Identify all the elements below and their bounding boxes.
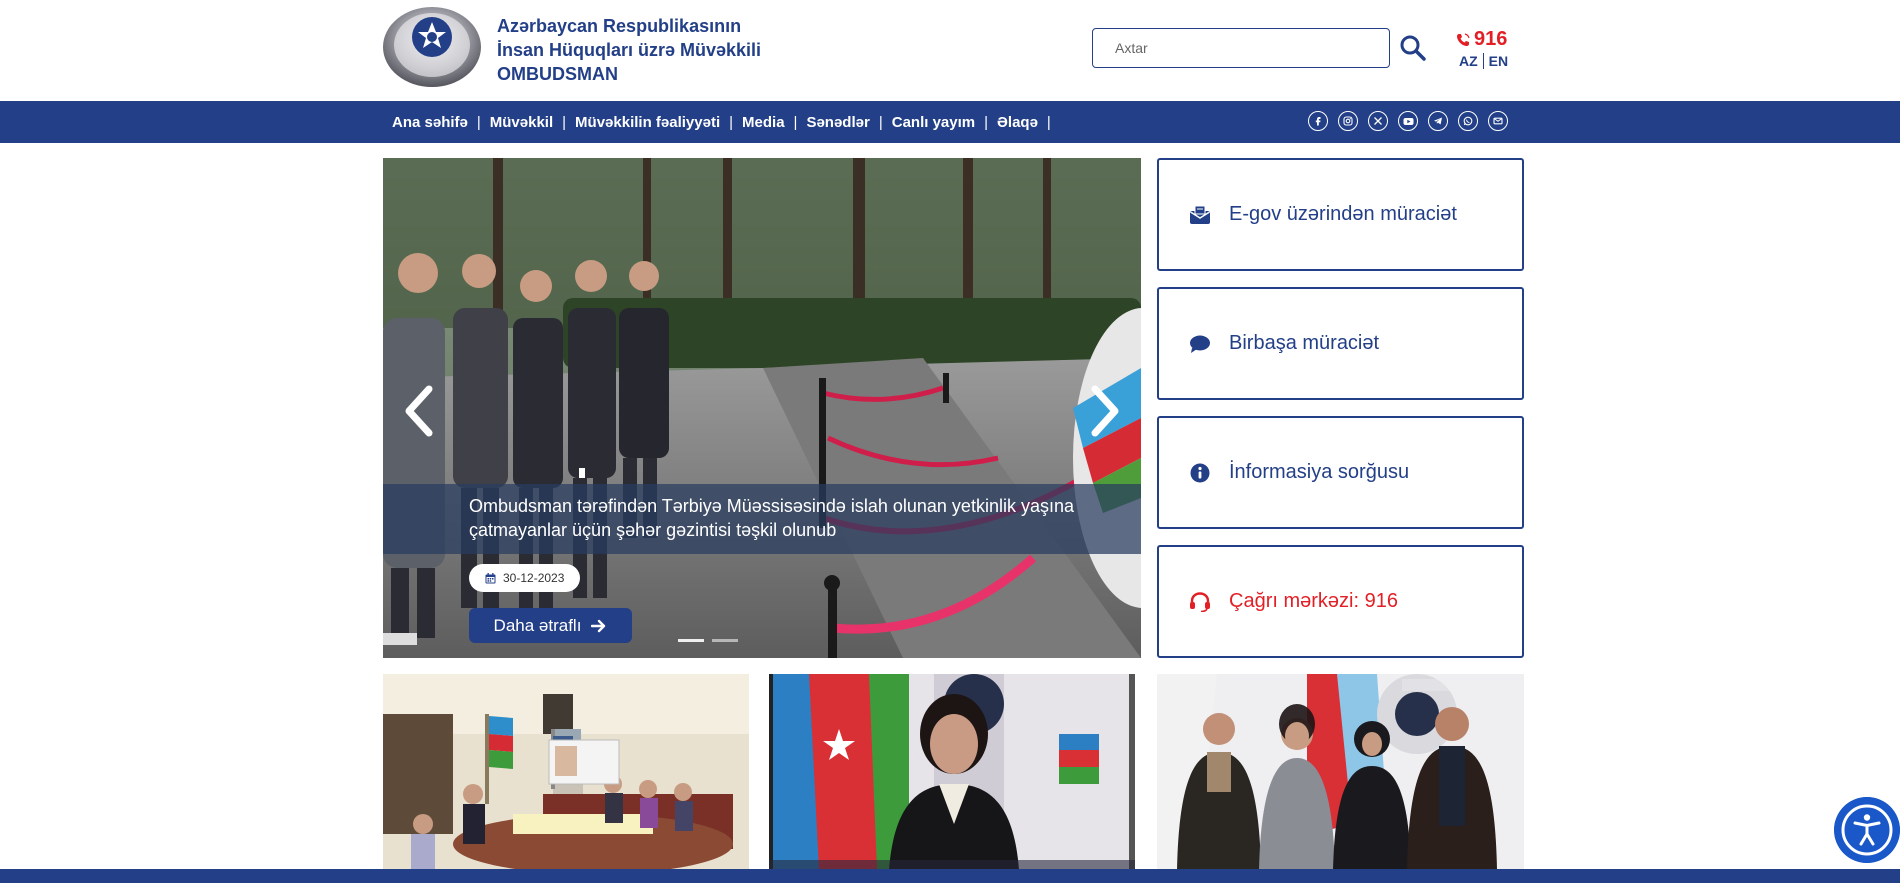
info-icon	[1189, 462, 1211, 484]
nav-separator: |	[729, 113, 734, 131]
nav-live[interactable]: Canlı yayım	[892, 114, 975, 131]
nav-media[interactable]: Media	[742, 114, 785, 131]
slide-date-badge: 30-12-2023	[469, 564, 581, 592]
news-slider[interactable]: Ombudsman tərəfindən Tərbiyə Müəssisəsin…	[383, 158, 1141, 658]
social-links	[1308, 111, 1508, 131]
nav-separator: |	[1046, 113, 1051, 131]
headset-icon	[1189, 591, 1211, 613]
nav-contact[interactable]: Əlaqə	[997, 114, 1038, 131]
site-header: Azərbaycan Respublikasının İnsan Hüquqla…	[0, 0, 1900, 101]
nav-documents[interactable]: Sənədlər	[806, 114, 869, 131]
news-photo	[1157, 674, 1524, 870]
facebook-icon[interactable]	[1308, 111, 1328, 131]
news-card[interactable]	[383, 674, 749, 870]
call-center-button[interactable]: Çağrı mərkəzi: 916	[1157, 545, 1524, 658]
ombudsman-logo[interactable]	[382, 5, 483, 88]
slider-pagination	[678, 639, 738, 642]
slider-prev-arrow-icon[interactable]	[401, 381, 441, 441]
nav-activity[interactable]: Müvəkkilin fəaliyyəti	[575, 114, 720, 131]
lang-az[interactable]: AZ	[1459, 53, 1478, 69]
nav-home[interactable]: Ana səhifə	[392, 114, 468, 131]
language-switcher: AZ EN	[1459, 53, 1508, 69]
slider-dot[interactable]	[678, 639, 704, 642]
instagram-icon[interactable]	[1338, 111, 1358, 131]
information-request-label: İnformasiya sorğusu	[1229, 461, 1410, 483]
news-ticker[interactable]	[0, 869, 1900, 883]
direct-appeal-label: Birbaşa müraciət	[1229, 332, 1380, 354]
lang-divider	[1482, 53, 1484, 69]
lang-en[interactable]: EN	[1489, 53, 1508, 69]
slider-next-arrow-icon[interactable]	[1083, 381, 1123, 441]
nav-commissioner[interactable]: Müvəkkil	[490, 114, 553, 131]
read-more-button[interactable]: Daha ətraflı	[469, 608, 632, 643]
brand-line-3: OMBUDSMAN	[497, 64, 618, 84]
accessibility-icon[interactable]	[1834, 797, 1900, 863]
nav-separator: |	[984, 113, 989, 131]
news-photo	[383, 674, 749, 870]
mail-icon[interactable]	[1488, 111, 1508, 131]
egov-mail-icon	[1189, 204, 1211, 226]
slider-dot[interactable]	[712, 639, 738, 642]
brand-title[interactable]: Azərbaycan Respublikasının İnsan Hüquqla…	[497, 14, 761, 86]
slide-date: 30-12-2023	[503, 571, 565, 585]
chat-bubble-icon	[1189, 333, 1211, 355]
search-box	[1092, 28, 1390, 68]
phone-icon	[1457, 32, 1470, 46]
main-navbar: Ana səhifə | Müvəkkil | Müvəkkilin fəaliyy…	[0, 101, 1900, 143]
nav-separator: |	[476, 113, 481, 131]
egov-appeal-button[interactable]: E-gov üzərindən müraciət	[1157, 158, 1524, 271]
direct-appeal-button[interactable]: Birbaşa müraciət	[1157, 287, 1524, 400]
hotline[interactable]: 916	[1456, 28, 1507, 51]
call-center-label: Çağrı mərkəzi: 916	[1229, 590, 1398, 612]
nav-separator: |	[562, 113, 567, 131]
brand-line-2: İnsan Hüquqları üzrə Müvəkkili	[497, 40, 762, 60]
news-card[interactable]	[769, 674, 1135, 870]
whatsapp-icon[interactable]	[1458, 111, 1478, 131]
information-request-button[interactable]: İnformasiya sorğusu	[1157, 416, 1524, 529]
news-card[interactable]	[1157, 674, 1524, 870]
youtube-icon[interactable]	[1398, 111, 1418, 131]
slide-caption[interactable]: Ombudsman tərəfindən Tərbiyə Müəssisəsin…	[469, 494, 1089, 542]
calendar-icon	[485, 572, 496, 583]
telegram-icon[interactable]	[1428, 111, 1448, 131]
nav-menu: Ana səhifə | Müvəkkil | Müvəkkilin fəaliyy…	[392, 101, 1060, 143]
nav-separator: |	[793, 113, 798, 131]
hotline-number: 916	[1474, 28, 1508, 50]
search-input[interactable]	[1113, 29, 1387, 67]
arrow-right-icon	[591, 619, 606, 632]
egov-appeal-label: E-gov üzərindən müraciət	[1229, 203, 1457, 225]
read-more-label: Daha ətraflı	[493, 615, 582, 635]
search-icon[interactable]	[1399, 34, 1427, 62]
brand-line-1: Azərbaycan Respublikasının	[497, 16, 742, 36]
news-photo	[769, 674, 1135, 870]
x-icon[interactable]	[1368, 111, 1388, 131]
nav-separator: |	[878, 113, 883, 131]
